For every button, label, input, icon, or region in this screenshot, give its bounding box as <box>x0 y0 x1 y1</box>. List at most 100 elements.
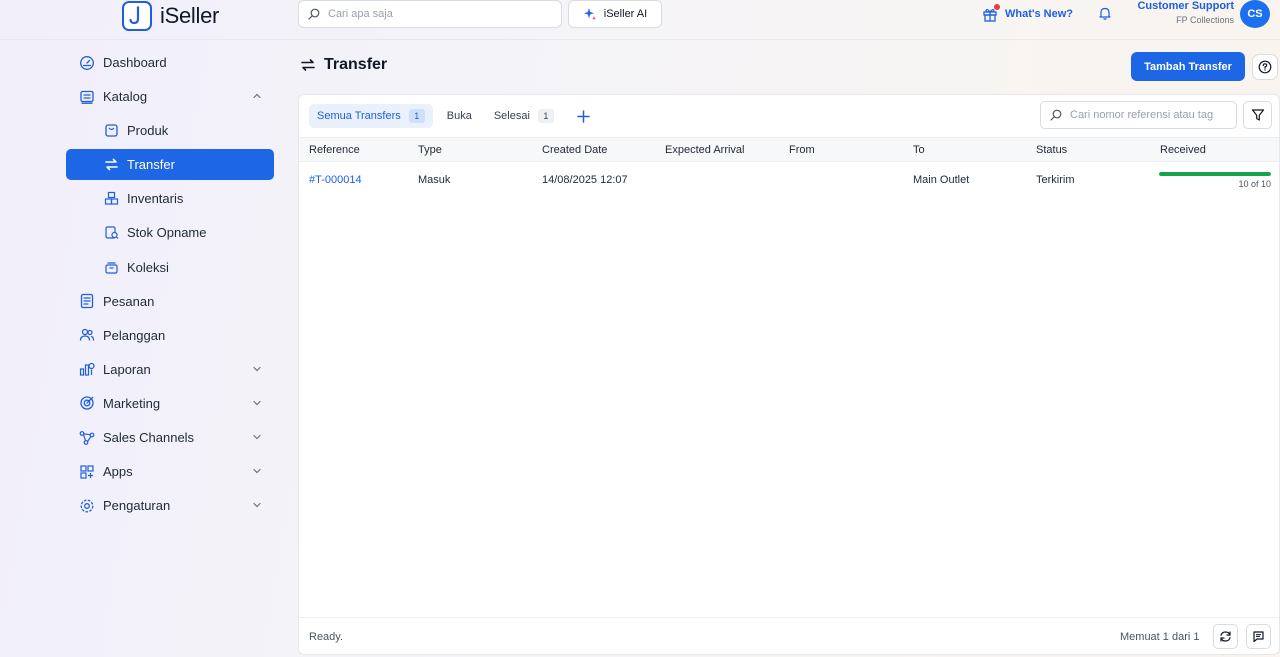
transfer-icon <box>104 157 119 172</box>
table-search[interactable] <box>1040 101 1237 129</box>
add-transfer-button[interactable]: Tambah Transfer <box>1131 52 1245 81</box>
tab-semua-transfers[interactable]: Semua Transfers 1 <box>309 104 433 128</box>
status-text: Ready. <box>309 631 344 643</box>
tab-label: Buka <box>446 110 472 122</box>
iseller-ai-button[interactable]: iSeller AI <box>568 0 662 28</box>
sidebar-item-pelanggan[interactable]: Pelanggan <box>66 320 274 351</box>
app-name: iSeller <box>160 3 220 28</box>
table-footer: Ready. Memuat 1 dari 1 <box>299 617 1279 654</box>
help-button[interactable] <box>1252 54 1278 80</box>
sidebar-item-transfer[interactable]: Transfer <box>66 149 274 181</box>
add-tab-button[interactable] <box>572 104 596 128</box>
sidebar-item-label: Katalog <box>103 89 148 105</box>
tab-label: Semua Transfers <box>317 110 401 122</box>
received-progress-bar <box>1159 172 1271 176</box>
received-count: 10 of 10 <box>1238 179 1271 189</box>
sidebar-item-laporan[interactable]: Laporan <box>66 354 274 385</box>
chevron-down-icon[interactable] <box>252 432 262 442</box>
tab-bar: Semua Transfers 1 Buka Selesai 1 <box>309 104 596 128</box>
sidebar-item-stok-opname[interactable]: Stok Opname <box>66 217 274 248</box>
sidebar-item-sales-channels[interactable]: Sales Channels <box>66 422 274 453</box>
sales-channels-icon <box>79 430 95 446</box>
refresh-icon <box>1219 630 1232 643</box>
sidebar-item-dashboard[interactable]: Dashboard <box>66 47 274 78</box>
sidebar-item-apps[interactable]: Apps <box>66 456 274 487</box>
global-search[interactable] <box>298 0 562 28</box>
stock-opname-icon <box>104 225 119 240</box>
column-header-from[interactable]: From <box>789 144 815 156</box>
customers-icon <box>79 327 95 343</box>
column-header-created-date[interactable]: Created Date <box>542 144 607 156</box>
status-cell: Terkirim <box>1036 174 1075 186</box>
tab-count-badge: 1 <box>408 109 425 123</box>
sidebar-item-label: Produk <box>127 123 169 139</box>
sidebar-item-label: Pelanggan <box>103 327 166 343</box>
tab-selesai[interactable]: Selesai 1 <box>486 104 562 128</box>
sidebar-item-produk[interactable]: Produk <box>66 115 274 146</box>
chevron-up-icon[interactable] <box>252 91 262 101</box>
table-row[interactable]: #T-000014 Masuk 14/08/2025 12:07 Main Ou… <box>299 162 1279 202</box>
sidebar-item-katalog[interactable]: Katalog <box>66 81 274 112</box>
type-cell: Masuk <box>418 174 451 186</box>
sidebar-item-marketing[interactable]: Marketing <box>66 388 274 419</box>
filter-button[interactable] <box>1243 101 1272 129</box>
column-header-type[interactable]: Type <box>418 144 442 156</box>
sidebar-item-label: Transfer <box>127 157 175 173</box>
comment-icon <box>1252 630 1265 643</box>
chevron-down-icon[interactable] <box>252 364 262 374</box>
column-header-to[interactable]: To <box>913 144 925 156</box>
column-header-expected-arrival[interactable]: Expected Arrival <box>665 144 744 156</box>
apps-icon <box>79 464 95 480</box>
sidebar-item-label: Koleksi <box>127 259 169 275</box>
inventory-icon <box>104 191 119 206</box>
table-search-input[interactable] <box>1070 109 1230 121</box>
user-menu[interactable]: Customer Support FP Collections <box>1137 0 1234 27</box>
search-icon <box>308 8 320 20</box>
user-organization: FP Collections <box>1176 15 1234 25</box>
plus-icon <box>577 109 591 123</box>
column-header-reference[interactable]: Reference <box>309 144 360 156</box>
sidebar-item-pesanan[interactable]: Pesanan <box>66 286 274 317</box>
iseller-logo-icon <box>122 1 152 31</box>
sidebar-item-pengaturan[interactable]: Pengaturan <box>66 490 274 521</box>
collection-icon <box>104 260 119 275</box>
table-header: Reference Type Created Date Expected Arr… <box>299 137 1279 162</box>
chevron-down-icon[interactable] <box>252 500 262 510</box>
avatar[interactable]: CS <box>1240 0 1270 28</box>
settings-icon <box>79 498 95 514</box>
search-icon <box>1050 109 1062 121</box>
tab-count-badge: 1 <box>537 109 554 123</box>
reference-link[interactable]: #T-000014 <box>309 174 362 186</box>
reports-icon <box>79 361 95 377</box>
paging-text: Memuat 1 dari 1 <box>1120 631 1200 643</box>
global-search-input[interactable] <box>328 8 548 20</box>
tab-buka[interactable]: Buka <box>439 104 480 128</box>
sidebar-item-inventaris[interactable]: Inventaris <box>66 183 274 214</box>
sidebar: Dashboard Katalog Produk Transfer Invent… <box>66 47 274 524</box>
whats-new-link[interactable]: What's New? <box>982 4 1073 24</box>
column-header-status[interactable]: Status <box>1036 144 1067 156</box>
bell-icon[interactable] <box>1098 6 1112 20</box>
iseller-ai-label: iSeller AI <box>603 8 648 20</box>
chevron-down-icon[interactable] <box>252 398 262 408</box>
help-icon <box>1258 60 1272 74</box>
sidebar-item-label: Pengaturan <box>103 498 171 514</box>
sidebar-item-koleksi[interactable]: Koleksi <box>66 252 274 283</box>
transfers-panel: Semua Transfers 1 Buka Selesai 1 Referen… <box>298 94 1280 655</box>
comment-button[interactable] <box>1246 624 1271 649</box>
tab-label: Selesai <box>493 110 530 122</box>
sparkle-icon <box>583 7 597 21</box>
sidebar-item-label: Marketing <box>103 395 161 411</box>
chevron-down-icon[interactable] <box>252 466 262 476</box>
sidebar-item-label: Pesanan <box>103 293 155 309</box>
received-progress-fill <box>1159 172 1271 176</box>
app-logo[interactable]: iSeller <box>122 0 219 32</box>
notification-dot <box>994 4 1000 10</box>
transfer-icon <box>300 57 316 73</box>
dashboard-icon <box>79 55 95 71</box>
sidebar-item-label: Laporan <box>103 361 151 377</box>
column-header-received[interactable]: Received <box>1160 144 1206 156</box>
refresh-button[interactable] <box>1213 624 1238 649</box>
created-date-cell: 14/08/2025 12:07 <box>542 174 628 186</box>
top-bar: iSeller iSeller AI What's New? Customer … <box>0 0 1280 40</box>
